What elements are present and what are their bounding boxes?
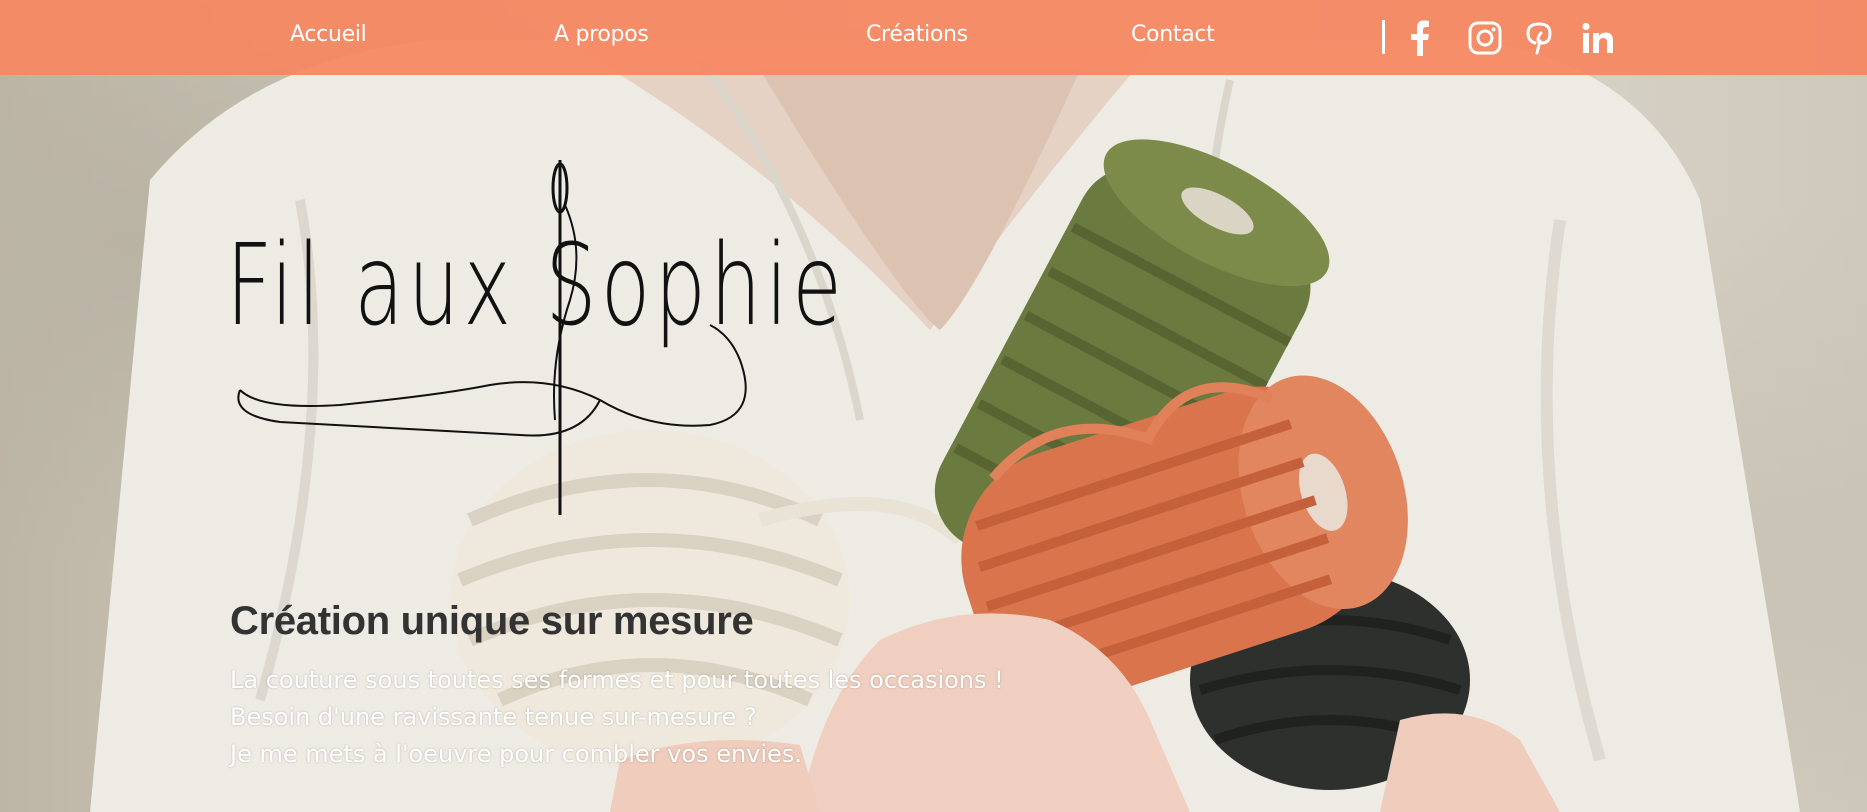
facebook-link[interactable] — [1400, 18, 1440, 58]
instagram-icon — [1468, 21, 1502, 55]
linkedin-icon — [1582, 22, 1613, 53]
nav-separator — [1382, 20, 1385, 54]
hero-line-1: La couture sous toutes ses formes et pou… — [230, 666, 1004, 694]
nav-link-accueil[interactable]: Accueil — [290, 22, 367, 47]
nav-link-a-propos[interactable]: A propos — [554, 22, 649, 47]
hero-title: Création unique sur mesure — [230, 598, 754, 643]
hero-line-3: Je me mets à l'oeuvre pour combler vos e… — [230, 740, 802, 768]
facebook-icon — [1411, 20, 1429, 56]
pinterest-icon — [1526, 22, 1552, 55]
nav-link-creations[interactable]: Créations — [866, 22, 968, 47]
linkedin-link[interactable] — [1578, 18, 1618, 58]
needle-thread-graphic — [237, 160, 747, 515]
site-logo[interactable]: Fil aux Sophie — [220, 160, 842, 520]
main-navbar: Accueil A propos Créations Contact — [0, 0, 1867, 75]
instagram-link[interactable] — [1465, 18, 1505, 58]
hero-line-2: Besoin d'une ravissante tenue sur-mesure… — [230, 703, 757, 731]
nav-link-contact[interactable]: Contact — [1131, 22, 1215, 47]
hero-description: La couture sous toutes ses formes et pou… — [230, 662, 1004, 773]
pinterest-link[interactable] — [1519, 18, 1559, 58]
